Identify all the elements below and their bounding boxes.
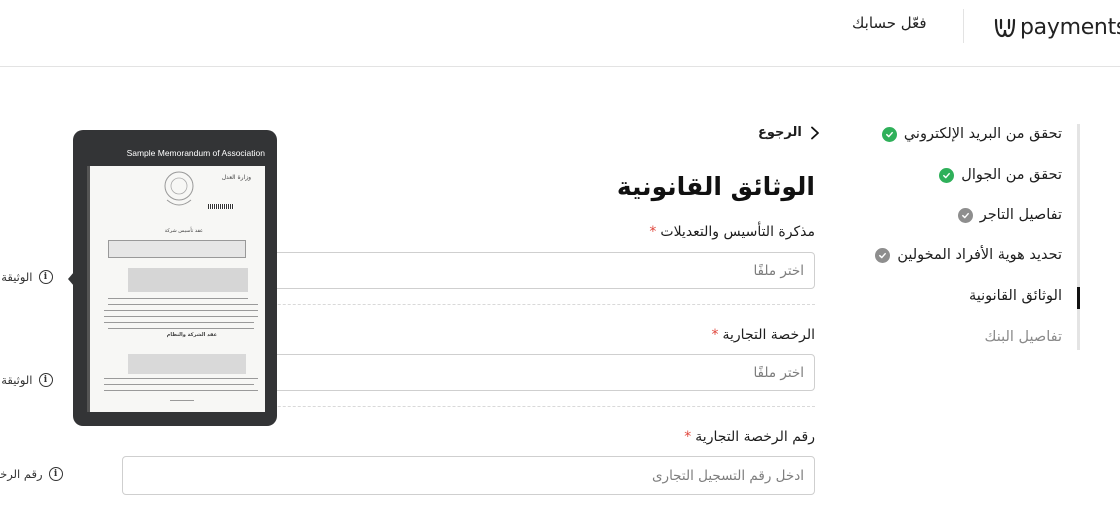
doc-section-title: عقد الشركة والنظام: [166, 332, 217, 338]
doc-stamp-block: [128, 354, 246, 374]
step-merchant-details[interactable]: تفاصيل التاجر: [957, 207, 1062, 223]
trade-license-number-label: رقم الرخصة التجارية*: [684, 429, 815, 445]
doc-line: [108, 298, 248, 299]
required-asterisk: *: [711, 327, 719, 343]
doc-heading: وزارة العدل: [221, 174, 251, 181]
step-email-verification[interactable]: تحقق من البريد الإلكتروني: [881, 126, 1062, 142]
onboarding-stepper: تحقق من البريد الإلكتروني تحقق من الجوال…: [860, 124, 1080, 350]
info-icon[interactable]: i: [38, 270, 53, 284]
tooltip-title: Sample Memorandum of Association: [126, 148, 265, 158]
doc-line: [104, 378, 258, 379]
activate-account-link[interactable]: فعّل حسابك: [852, 14, 927, 32]
check-circle-icon: [875, 247, 891, 263]
moa-label: مذكرة التأسيس والتعديلات*: [649, 224, 815, 240]
left-hint-row: رقم الرخص i: [0, 467, 63, 481]
left-hint-label: الوثيقة ال: [0, 373, 33, 387]
check-circle-icon: [881, 126, 897, 142]
chevron-right-icon: [810, 126, 819, 139]
logo-text: payments: [1020, 14, 1120, 40]
logo[interactable]: payments: [992, 12, 1120, 42]
file-input-placeholder: اختر ملفًا: [753, 262, 804, 279]
doc-stamp-block: [128, 268, 248, 292]
doc-line: [170, 400, 194, 401]
doc-line: [108, 304, 258, 305]
step-label: تحقق من البريد الإلكتروني: [903, 126, 1062, 142]
doc-table: [108, 240, 246, 258]
step-mobile-verification[interactable]: تحقق من الجوال: [939, 167, 1062, 183]
top-header: payments فعّل حسابك: [0, 0, 1120, 67]
field-label-text: مذكرة التأسيس والتعديلات: [660, 224, 815, 240]
sample-document-tooltip: Sample Memorandum of Association وزارة ا…: [73, 130, 277, 426]
doc-line: [104, 322, 254, 323]
sample-document-image: وزارة العدل عقد تأسيس شركة عقد الشركة وا…: [87, 166, 265, 412]
field-label-text: الرخصة التجارية: [722, 327, 815, 343]
trade-license-number-input[interactable]: ادخل رقم التسجيل التجارى: [122, 456, 815, 495]
doc-line: [108, 328, 254, 329]
stepper-active-indicator: [1077, 287, 1080, 309]
doc-line: [104, 390, 258, 391]
info-icon[interactable]: i: [38, 373, 53, 387]
step-authorized-individuals[interactable]: تحديد هوية الأفراد المخولين: [875, 247, 1062, 263]
required-asterisk: *: [649, 224, 657, 240]
left-hint-row: الوثيقة ال i: [0, 270, 53, 284]
step-label: الوثائق القانونية: [968, 288, 1062, 304]
doc-subtitle: عقد تأسيس شركة: [164, 228, 203, 234]
check-circle-icon: [957, 207, 973, 223]
left-hint-label: الوثيقة ال: [0, 270, 33, 284]
info-icon[interactable]: i: [48, 467, 63, 481]
doc-line: [104, 316, 258, 317]
page-title: الوثائق القانونية: [616, 172, 815, 201]
step-legal-documents[interactable]: الوثائق القانونية: [969, 288, 1062, 304]
doc-barcode: [208, 204, 234, 209]
doc-line: [104, 310, 258, 311]
back-label: الرجوع: [758, 125, 802, 140]
tooltip-arrow: [68, 272, 74, 286]
trade-license-label: الرخصة التجارية*: [712, 327, 815, 343]
step-label: تفاصيل التاجر: [979, 207, 1062, 223]
required-asterisk: *: [684, 429, 692, 445]
logo-mark-icon: [994, 18, 1016, 38]
text-input-placeholder: ادخل رقم التسجيل التجارى: [651, 467, 804, 484]
field-label-text: رقم الرخصة التجارية: [695, 429, 815, 445]
doc-line: [104, 384, 254, 385]
left-hint-label: رقم الرخص: [0, 467, 43, 481]
step-label: تحديد هوية الأفراد المخولين: [897, 247, 1062, 263]
check-circle-icon: [939, 167, 955, 183]
left-hint-row: الوثيقة ال i: [0, 373, 53, 387]
ministry-emblem-icon: [164, 171, 194, 206]
step-label: تفاصيل البنك: [984, 329, 1062, 345]
stepper-track: [1077, 124, 1080, 350]
back-link[interactable]: الرجوع: [758, 125, 821, 140]
header-divider: [963, 9, 964, 43]
file-input-placeholder: اختر ملفًا: [753, 364, 804, 381]
step-bank-details[interactable]: تفاصيل البنك: [985, 329, 1062, 345]
step-label: تحقق من الجوال: [961, 167, 1062, 183]
